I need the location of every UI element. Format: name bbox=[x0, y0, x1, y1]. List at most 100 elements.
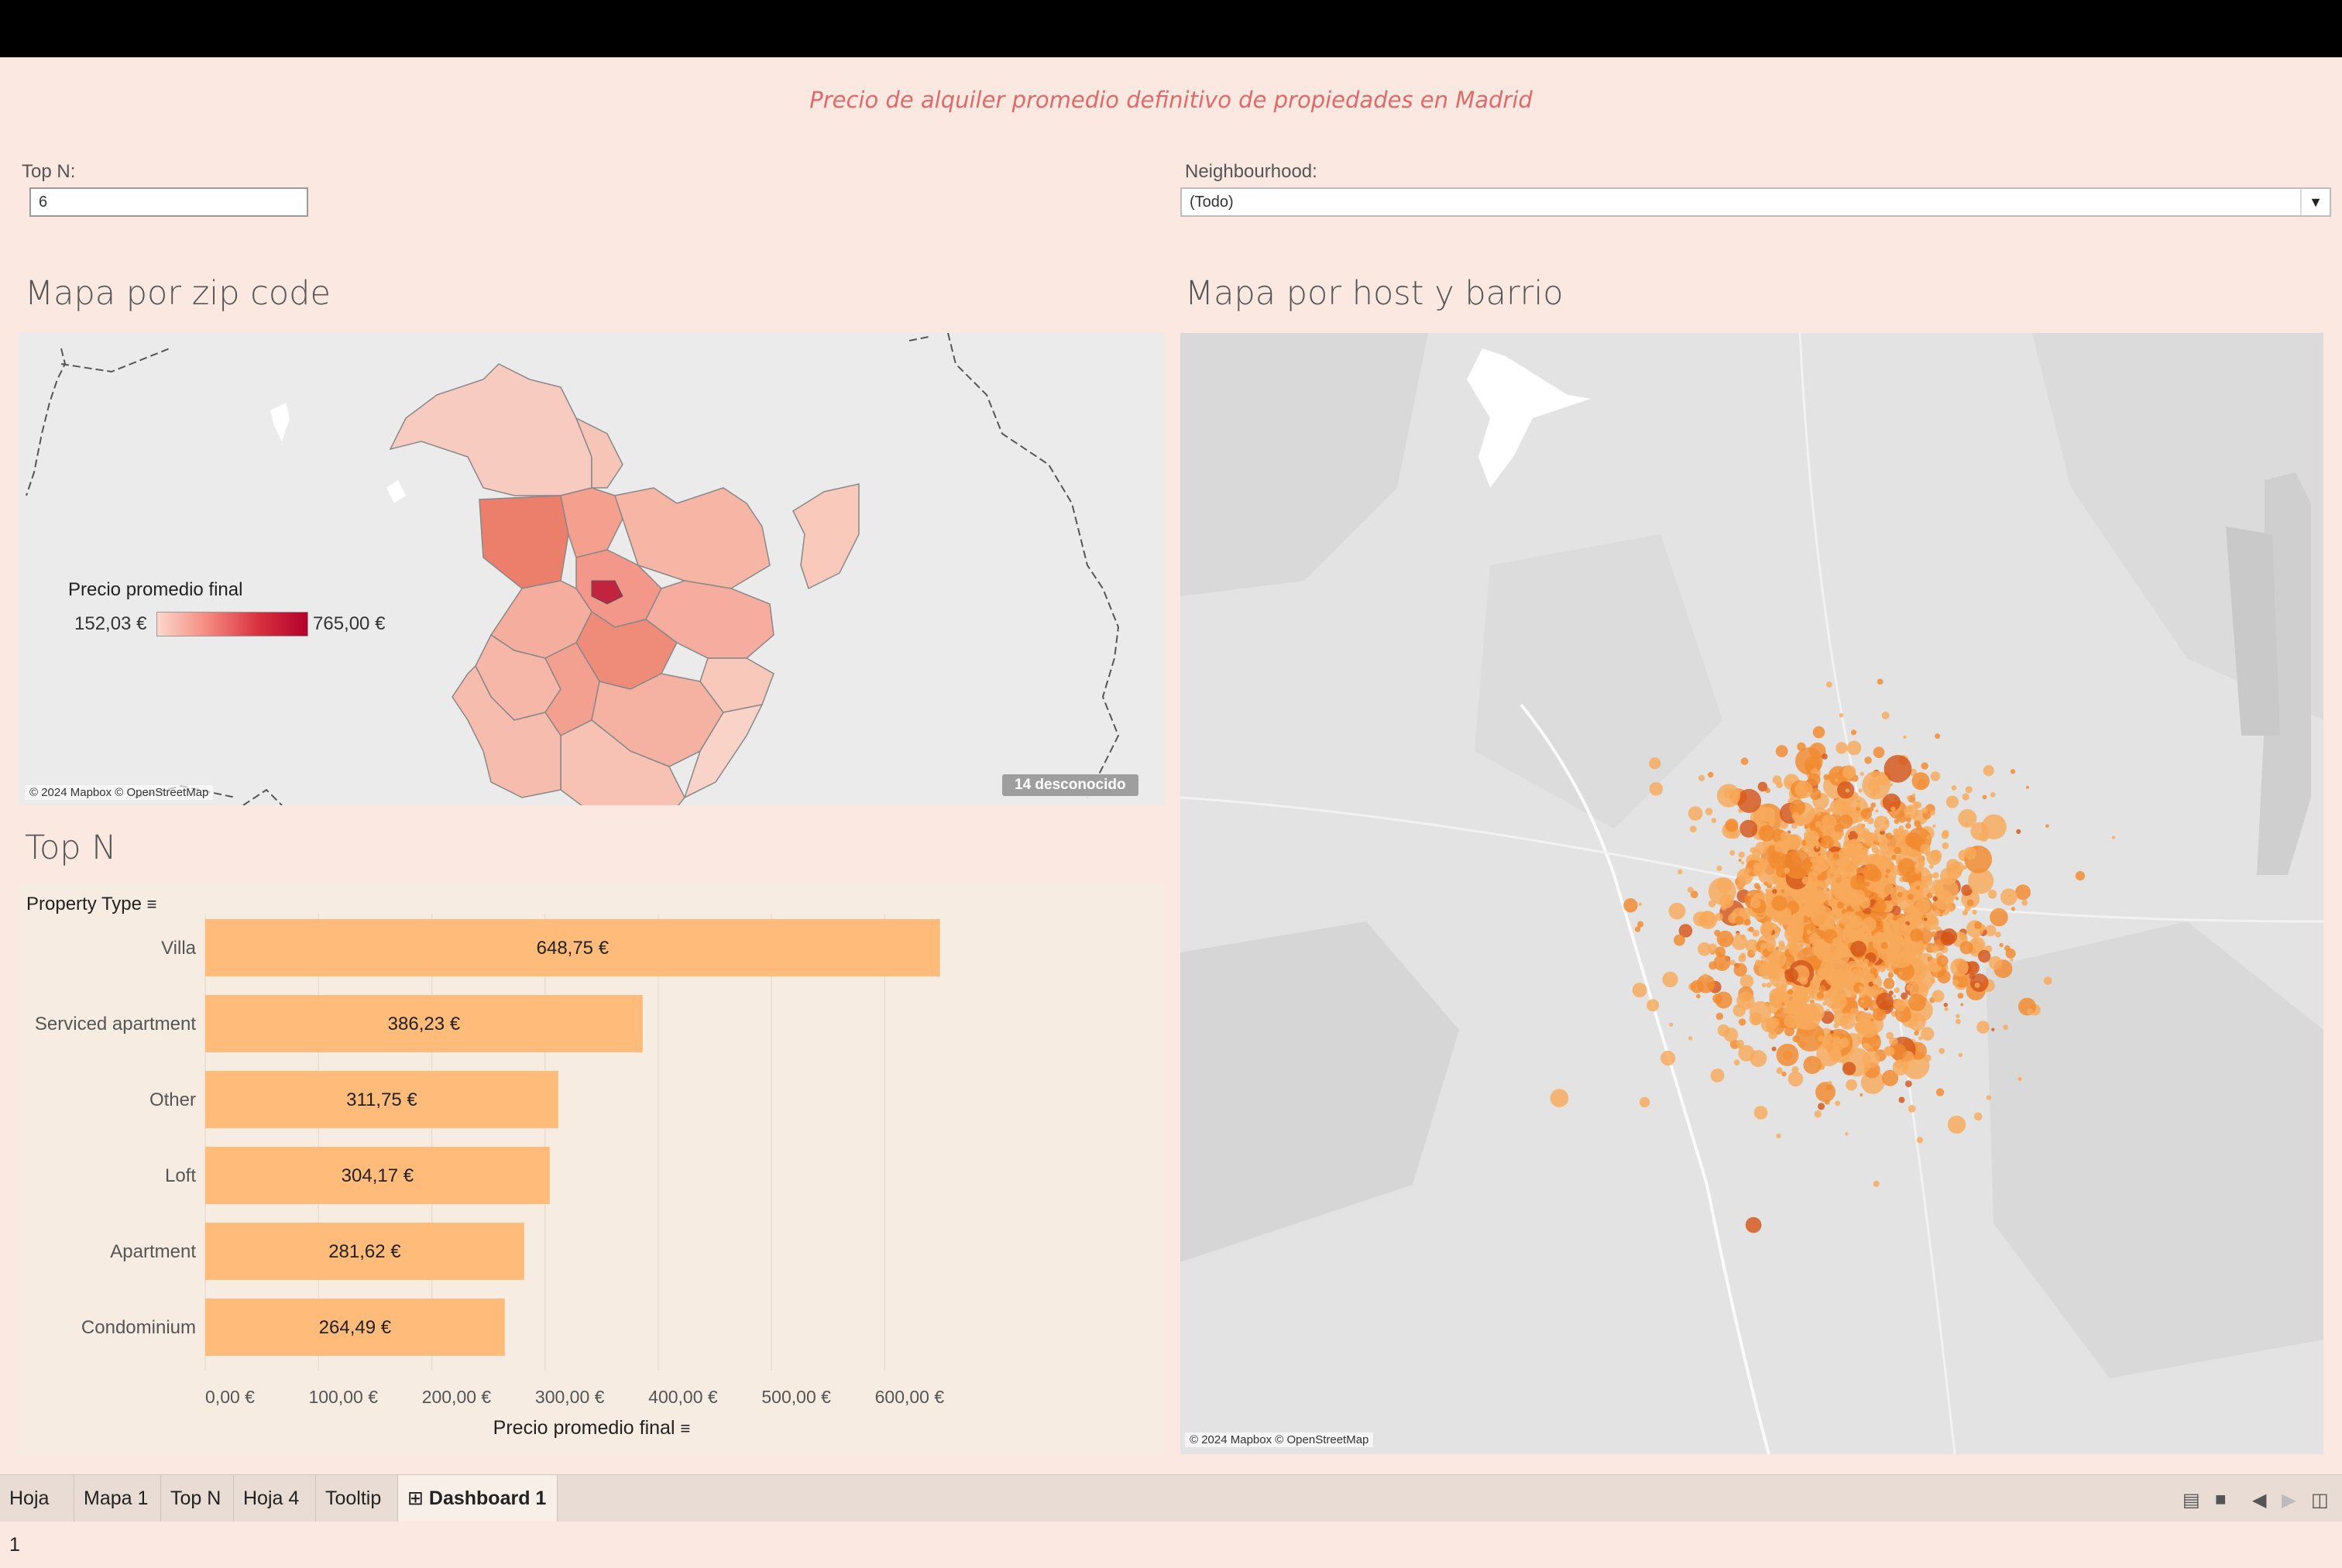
listing-point[interactable] bbox=[1894, 987, 1900, 993]
listing-point[interactable] bbox=[2043, 976, 2052, 985]
listing-point[interactable] bbox=[1835, 778, 1839, 782]
listing-point[interactable] bbox=[1988, 956, 2003, 970]
listing-point[interactable] bbox=[1768, 816, 1776, 824]
listing-point[interactable] bbox=[1986, 1095, 1992, 1100]
listing-point[interactable] bbox=[1776, 1043, 1799, 1066]
listing-point[interactable] bbox=[1804, 824, 1809, 829]
listing-point[interactable] bbox=[1639, 1096, 1650, 1108]
listing-point[interactable] bbox=[1881, 712, 1890, 719]
listing-point[interactable] bbox=[1815, 845, 1819, 849]
listing-point[interactable] bbox=[1716, 877, 1732, 894]
listing-point[interactable] bbox=[1926, 875, 1932, 881]
listing-point[interactable] bbox=[1905, 822, 1911, 829]
listing-point[interactable] bbox=[1958, 1052, 1963, 1058]
listing-point[interactable] bbox=[1845, 788, 1850, 793]
listing-point[interactable] bbox=[1870, 1018, 1874, 1022]
listing-point[interactable] bbox=[1873, 746, 1885, 758]
listing-point[interactable] bbox=[1914, 1031, 1919, 1036]
tab-top-n[interactable]: Top N bbox=[161, 1475, 234, 1522]
listing-point[interactable] bbox=[1864, 959, 1870, 964]
listing-point[interactable] bbox=[1974, 982, 1980, 988]
topn-chart[interactable]: Property Type ≡ 0,00 €100,00 €200,00 €30… bbox=[19, 883, 1165, 1456]
listing-point[interactable] bbox=[1755, 842, 1767, 854]
listing-point[interactable] bbox=[1829, 1048, 1842, 1062]
listing-point[interactable] bbox=[1688, 1036, 1693, 1041]
listing-point[interactable] bbox=[1768, 1031, 1777, 1040]
listing-point[interactable] bbox=[1716, 865, 1722, 871]
listing-point[interactable] bbox=[1957, 871, 1962, 876]
listing-point[interactable] bbox=[1550, 1089, 1569, 1107]
listing-point[interactable] bbox=[1749, 1012, 1763, 1026]
listing-point[interactable] bbox=[1976, 1021, 1990, 1034]
listing-point[interactable] bbox=[1766, 982, 1772, 988]
listing-point[interactable] bbox=[1768, 950, 1787, 969]
listing-point[interactable] bbox=[1883, 977, 1895, 990]
listing-point[interactable] bbox=[2017, 1076, 2022, 1081]
listing-point[interactable] bbox=[1901, 952, 1909, 959]
scroll-left-icon[interactable]: ◀ bbox=[2252, 1489, 2266, 1511]
listing-point[interactable] bbox=[1957, 993, 1964, 999]
listing-point[interactable] bbox=[1825, 850, 1833, 859]
listing-point[interactable] bbox=[1823, 959, 1852, 988]
listing-point[interactable] bbox=[1963, 846, 1977, 860]
listing-point[interactable] bbox=[1907, 806, 1914, 812]
filmstrip-view-icon[interactable]: ▤ bbox=[2182, 1489, 2200, 1511]
listing-point[interactable] bbox=[1915, 885, 1921, 890]
presentation-mode-icon[interactable]: ◫ bbox=[2311, 1489, 2329, 1511]
listing-point[interactable] bbox=[1925, 851, 1930, 856]
listing-point[interactable] bbox=[1972, 938, 1978, 944]
listing-point[interactable] bbox=[1817, 874, 1824, 881]
listing-point[interactable] bbox=[1715, 1012, 1724, 1021]
listing-point[interactable] bbox=[1898, 1096, 1905, 1103]
listing-point[interactable] bbox=[1784, 867, 1791, 873]
listing-point[interactable] bbox=[1826, 1008, 1830, 1012]
listing-point[interactable] bbox=[1734, 916, 1744, 925]
listing-point[interactable] bbox=[1780, 831, 1791, 842]
listing-point[interactable] bbox=[1982, 794, 1987, 800]
listing-point[interactable] bbox=[1632, 983, 1647, 998]
listing-point[interactable] bbox=[1908, 1104, 1916, 1113]
listing-point[interactable] bbox=[2111, 835, 2116, 839]
listing-point[interactable] bbox=[1932, 990, 1945, 1003]
listing-point[interactable] bbox=[1668, 902, 1686, 920]
listing-point[interactable] bbox=[1766, 846, 1770, 849]
listing-point[interactable] bbox=[1736, 883, 1744, 891]
listing-point[interactable] bbox=[1781, 1071, 1787, 1077]
listing-point[interactable] bbox=[1755, 959, 1762, 966]
listing-point[interactable] bbox=[1908, 993, 1926, 1011]
listing-point[interactable] bbox=[1740, 934, 1746, 940]
listing-point[interactable] bbox=[1634, 926, 1641, 932]
listing-point[interactable] bbox=[1729, 849, 1736, 856]
listing-point[interactable] bbox=[1849, 1051, 1853, 1055]
listing-point[interactable] bbox=[1858, 788, 1863, 793]
listing-point[interactable] bbox=[1960, 1003, 1964, 1007]
tab-hoja-1[interactable]: Hoja 1 bbox=[0, 1475, 74, 1556]
listing-point[interactable] bbox=[1955, 1018, 1961, 1024]
listing-point[interactable] bbox=[1806, 929, 1811, 935]
listing-point[interactable] bbox=[1955, 897, 1959, 901]
listing-point[interactable] bbox=[1893, 994, 1897, 998]
listing-point[interactable] bbox=[1794, 1004, 1822, 1031]
listing-point[interactable] bbox=[1892, 1059, 1909, 1076]
listing-point[interactable] bbox=[1733, 962, 1747, 977]
listing-point[interactable] bbox=[1710, 1069, 1725, 1083]
listing-point[interactable] bbox=[1921, 1027, 1935, 1041]
listing-point[interactable] bbox=[1848, 889, 1857, 898]
listing-point[interactable] bbox=[1737, 788, 1761, 813]
listing-point[interactable] bbox=[1794, 815, 1806, 827]
listing-point[interactable] bbox=[1848, 811, 1854, 817]
listing-point[interactable] bbox=[1830, 1030, 1834, 1034]
listing-point[interactable] bbox=[1823, 774, 1830, 781]
listing-point[interactable] bbox=[1741, 861, 1745, 865]
listing-point[interactable] bbox=[1717, 1024, 1730, 1037]
listing-point[interactable] bbox=[1835, 742, 1848, 754]
listing-point[interactable] bbox=[1803, 956, 1807, 960]
listing-point[interactable] bbox=[1885, 849, 1892, 856]
listing-point[interactable] bbox=[1945, 795, 1959, 808]
listing-point[interactable] bbox=[1839, 1038, 1849, 1048]
listing-point[interactable] bbox=[1848, 847, 1853, 853]
listing-point[interactable] bbox=[1906, 817, 1911, 823]
listing-point[interactable] bbox=[1916, 931, 1923, 938]
listing-point[interactable] bbox=[1832, 937, 1842, 948]
listing-point[interactable] bbox=[1849, 915, 1863, 928]
